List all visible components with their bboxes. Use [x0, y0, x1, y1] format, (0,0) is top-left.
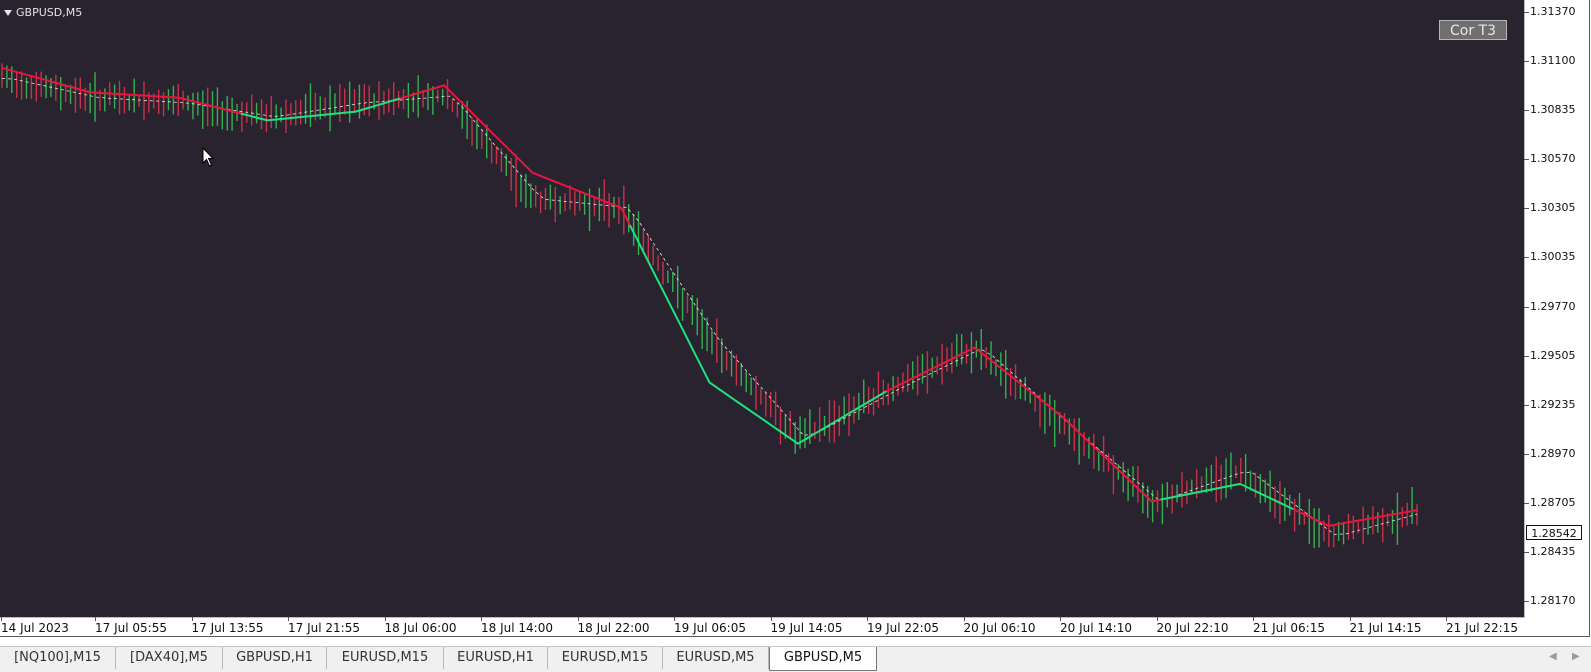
time-label: 18 Jul 06:00 — [384, 621, 457, 635]
price-label: 1.29770 — [1530, 299, 1576, 313]
time-label: 19 Jul 06:05 — [674, 621, 746, 635]
price-label: 1.31100 — [1530, 54, 1576, 68]
price-label: 1.29505 — [1530, 348, 1576, 362]
time-label: 20 Jul 14:10 — [1060, 621, 1132, 635]
chart-tab[interactable]: EURUSD,M15 — [327, 647, 444, 669]
price-label: 1.28170 — [1530, 594, 1576, 607]
symbol-text: GBPUSD,M5 — [16, 6, 83, 19]
price-tick — [1524, 551, 1529, 553]
symbol-label[interactable]: GBPUSD,M5 — [4, 6, 82, 19]
chart-tab[interactable]: GBPUSD,H1 — [223, 647, 327, 669]
time-label: 19 Jul 22:05 — [867, 621, 939, 635]
price-tick — [1524, 12, 1529, 13]
chart-tab[interactable]: [NQ100],M15 — [0, 647, 116, 669]
price-tick — [1524, 110, 1529, 112]
price-tick — [1524, 601, 1529, 602]
chart-tab[interactable]: GBPUSD,M5 — [769, 647, 877, 671]
candles — [1, 63, 1418, 548]
chart-tab[interactable]: EURUSD,M15 — [548, 647, 663, 669]
scroll-left-icon[interactable]: ◀ — [1549, 651, 1557, 662]
chart-area[interactable]: GBPUSD,M5 Cor T3 — [0, 0, 1525, 618]
time-label: 21 Jul 06:15 — [1253, 621, 1325, 635]
price-label: 1.28435 — [1530, 544, 1576, 558]
time-label: 19 Jul 14:05 — [770, 621, 843, 635]
price-label: 1.30305 — [1530, 201, 1576, 215]
time-label: 14 Jul 2023 — [1, 621, 69, 635]
time-label: 18 Jul 22:00 — [577, 621, 650, 635]
stop-line-up — [1160, 482, 1294, 511]
price-tick — [1524, 502, 1529, 504]
stop-line-up — [629, 224, 887, 445]
chart-tab[interactable]: EURUSD,M5 — [663, 647, 769, 669]
time-label: 18 Jul 14:00 — [481, 621, 553, 635]
chart-tab-bar: [NQ100],M15 [DAX40],M5 GBPUSD,H1 EURUSD,M15… — [0, 646, 1591, 672]
price-tick — [1524, 355, 1529, 357]
time-label: 17 Jul 05:55 — [95, 621, 167, 635]
price-label: 1.30835 — [1530, 103, 1576, 117]
mouse-pointer-icon — [202, 147, 215, 167]
cor-t3-button[interactable]: Cor T3 — [1439, 20, 1507, 40]
time-label: 20 Jul 06:10 — [963, 621, 1036, 635]
scroll-right-icon[interactable]: ▶ — [1572, 651, 1580, 662]
stop-line-down — [1292, 508, 1418, 527]
price-tick — [1524, 404, 1529, 406]
time-label: 20 Jul 22:10 — [1156, 621, 1229, 635]
chart-window: GBPUSD,M5 Cor T3 1.31370 1.31100 1.30835 1.… — [0, 0, 1590, 637]
time-label: 21 Jul 14:15 — [1349, 621, 1422, 635]
stop-line-down — [885, 346, 1161, 503]
time-label: 17 Jul 13:55 — [191, 621, 264, 635]
price-label: 1.31370 — [1530, 5, 1576, 18]
price-label: 1.28970 — [1530, 446, 1576, 460]
time-label: 17 Jul 21:55 — [288, 621, 360, 635]
chart-tab[interactable]: EURUSD,H1 — [444, 647, 548, 669]
price-tick — [1524, 208, 1529, 210]
price-tick — [1524, 159, 1529, 161]
price-tick — [1524, 306, 1529, 308]
price-tick — [1524, 453, 1529, 455]
price-tick — [1524, 257, 1529, 259]
price-tick — [1524, 61, 1529, 63]
chart-tab[interactable]: [DAX40],M5 — [116, 647, 223, 669]
price-chart[interactable] — [0, 0, 1524, 617]
time-label: 21 Jul 22:15 — [1446, 621, 1518, 635]
price-label: 1.28705 — [1530, 495, 1576, 509]
stop-line-down — [1, 66, 242, 115]
current-price-label: 1.28542 — [1526, 525, 1582, 540]
price-label: 1.29235 — [1530, 397, 1576, 411]
price-label: 1.30035 — [1530, 250, 1576, 264]
price-label: 1.30570 — [1530, 152, 1576, 166]
dropdown-triangle-icon[interactable] — [4, 9, 12, 16]
